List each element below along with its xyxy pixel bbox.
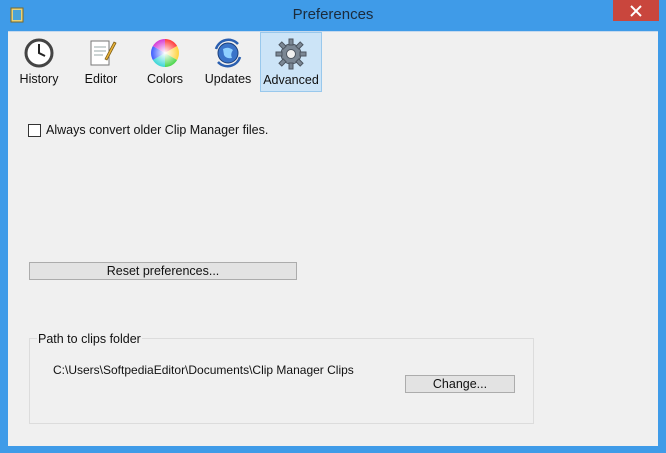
path-group-title: Path to clips folder [37, 332, 142, 346]
convert-checkbox-label[interactable]: Always convert older Clip Manager files. [46, 123, 268, 137]
gear-icon [275, 38, 307, 70]
preferences-content: History Editor Colors Updates Advanced A… [8, 31, 658, 446]
close-icon [630, 4, 642, 17]
tab-advanced[interactable]: Advanced [260, 32, 322, 92]
tab-updates[interactable]: Updates [197, 32, 259, 92]
tab-history[interactable]: History [8, 32, 70, 92]
close-button[interactable] [613, 0, 659, 21]
clock-icon [24, 38, 54, 68]
preferences-tabs: History Editor Colors Updates Advanced [8, 32, 658, 94]
notepad-pencil-icon [90, 40, 117, 66]
tab-history-label: History [19, 72, 59, 86]
tab-editor[interactable]: Editor [70, 32, 132, 92]
title-bar: Preferences [0, 0, 666, 31]
globe-refresh-icon [214, 38, 242, 68]
path-groupbox: Path to clips folder C:\Users\SoftpediaE… [29, 332, 534, 424]
window-title: Preferences [292, 6, 374, 23]
color-wheel-icon [151, 39, 179, 67]
tab-updates-label: Updates [204, 72, 252, 86]
convert-checkbox[interactable] [28, 123, 41, 137]
tab-colors[interactable]: Colors [134, 32, 196, 92]
tab-editor-label: Editor [84, 72, 118, 86]
preferences-window: Preferences History Editor Colors Update… [0, 0, 666, 453]
tab-advanced-label: Advanced [263, 73, 319, 87]
clips-path: C:\Users\SoftpediaEditor\Documents\Clip … [53, 363, 354, 377]
change-path-button[interactable]: Change... [405, 375, 515, 393]
reset-preferences-button[interactable]: Reset preferences... [29, 262, 297, 280]
convert-option[interactable]: Always convert older Clip Manager files. [28, 123, 268, 137]
tab-colors-label: Colors [146, 72, 184, 86]
